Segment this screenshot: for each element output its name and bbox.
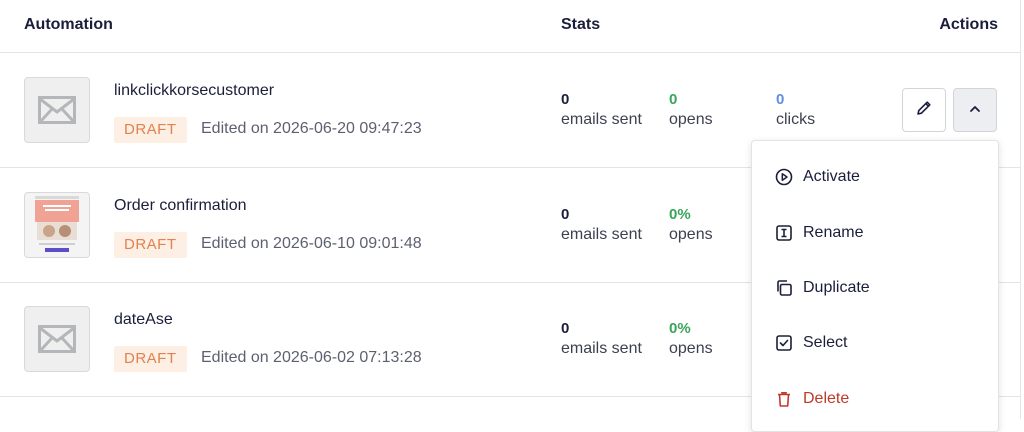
table-header: Automation Stats Actions bbox=[0, 0, 1020, 53]
emails-sent-label: emails sent bbox=[561, 111, 642, 128]
emails-sent-value: 0 bbox=[561, 206, 570, 223]
checkbox-icon bbox=[774, 333, 794, 353]
envelope-icon bbox=[24, 77, 90, 143]
status-badge: DRAFT bbox=[114, 346, 187, 372]
menu-item-rename[interactable]: Rename bbox=[774, 221, 863, 245]
menu-item-activate[interactable]: Activate bbox=[774, 165, 860, 189]
edit-button[interactable] bbox=[902, 88, 946, 132]
automation-name[interactable]: linkclickkorsecustomer bbox=[114, 82, 274, 100]
copy-icon bbox=[774, 278, 794, 298]
opens-value: 0% bbox=[669, 320, 691, 337]
emails-sent-value: 0 bbox=[561, 91, 570, 108]
edited-timestamp: Edited on 2026-06-20 09:47:23 bbox=[201, 120, 422, 137]
email-preview-image bbox=[24, 192, 90, 258]
envelope-icon bbox=[24, 306, 90, 372]
column-header-automation: Automation bbox=[24, 16, 113, 33]
emails-sent-label: emails sent bbox=[561, 340, 642, 357]
emails-sent-value: 0 bbox=[561, 320, 570, 337]
automation-name[interactable]: dateAse bbox=[114, 311, 173, 329]
menu-item-delete[interactable]: Delete bbox=[774, 387, 849, 411]
pencil-icon bbox=[915, 99, 933, 122]
edited-timestamp: Edited on 2026-06-02 07:13:28 bbox=[201, 349, 422, 366]
opens-value: 0% bbox=[669, 206, 691, 223]
menu-item-select[interactable]: Select bbox=[774, 331, 847, 355]
menu-item-label: Duplicate bbox=[803, 279, 870, 296]
opens-label: opens bbox=[669, 111, 713, 128]
column-header-stats: Stats bbox=[561, 16, 601, 33]
clicks-label: clicks bbox=[776, 111, 816, 128]
status-badge: DRAFT bbox=[114, 232, 187, 258]
automation-name[interactable]: Order confirmation bbox=[114, 197, 247, 215]
menu-item-label: Activate bbox=[803, 168, 860, 185]
column-header-actions: Actions bbox=[939, 16, 998, 33]
actions-dropdown-menu: Activate Rename Duplicate Select Delete bbox=[751, 140, 999, 432]
trash-icon bbox=[774, 389, 794, 409]
actions-menu-toggle-button[interactable] bbox=[953, 88, 997, 132]
menu-item-label: Delete bbox=[803, 390, 850, 407]
play-circle-icon bbox=[774, 167, 794, 187]
clicks-value: 0 bbox=[776, 91, 785, 108]
menu-item-label: Select bbox=[803, 334, 848, 351]
text-cursor-icon bbox=[774, 223, 794, 243]
opens-label: opens bbox=[669, 340, 713, 357]
opens-label: opens bbox=[669, 226, 713, 243]
menu-item-label: Rename bbox=[803, 224, 864, 241]
opens-value: 0 bbox=[669, 91, 678, 108]
edited-timestamp: Edited on 2026-06-10 09:01:48 bbox=[201, 235, 422, 252]
chevron-up-icon bbox=[968, 101, 982, 119]
menu-item-duplicate[interactable]: Duplicate bbox=[774, 276, 870, 300]
status-badge: DRAFT bbox=[114, 117, 187, 143]
emails-sent-label: emails sent bbox=[561, 226, 642, 243]
